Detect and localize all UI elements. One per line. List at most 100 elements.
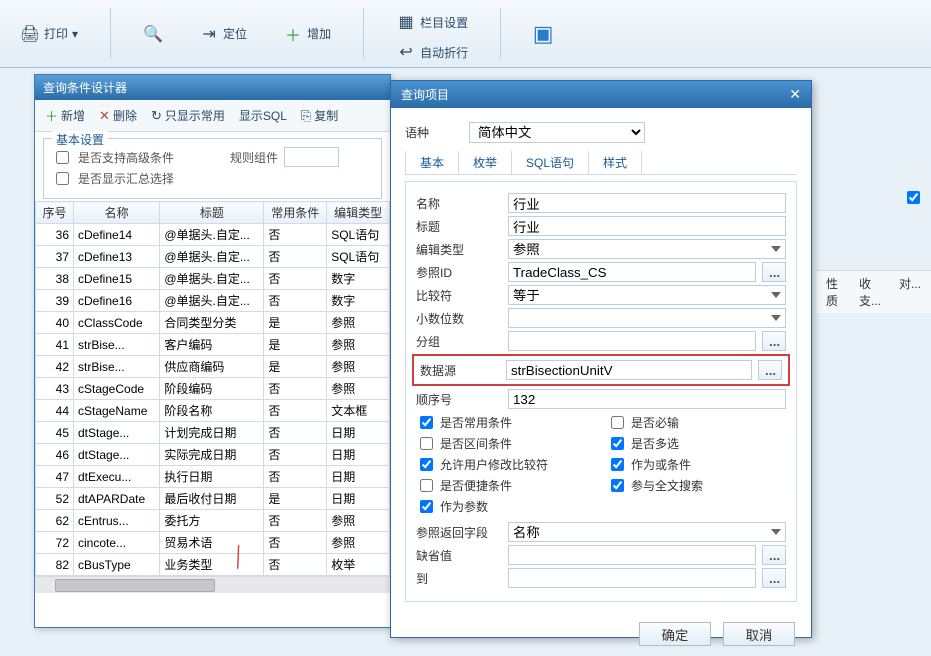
right-checkbox[interactable] — [907, 191, 920, 204]
to-browse-button[interactable]: ... — [762, 568, 786, 588]
common-checkbox[interactable] — [420, 416, 433, 429]
horizontal-scrollbar[interactable] — [35, 576, 390, 593]
table-row[interactable]: 40cClassCode合同类型分类是参照 — [36, 312, 390, 334]
to-input[interactable] — [508, 568, 756, 588]
format-button[interactable]: ▣ — [525, 8, 561, 59]
table-row[interactable]: 37cDefine13@单据头.自定...否SQL语句 — [36, 246, 390, 268]
decimals-select[interactable] — [508, 308, 786, 328]
group-browse-button[interactable]: ... — [762, 331, 786, 351]
tab-sql[interactable]: SQL语句 — [512, 151, 589, 174]
allow_mod-checkbox[interactable] — [420, 458, 433, 471]
designer-toolbar: ＋新增 ✕删除 ↻只显示常用 显示SQL ⎘复制 — [35, 100, 390, 132]
caption-input[interactable] — [508, 216, 786, 236]
common-label: 是否常用条件 — [440, 414, 512, 431]
table-row[interactable]: 39cDefine16@单据头.自定...否数字 — [36, 290, 390, 312]
search-button[interactable]: 🔍 — [135, 8, 171, 59]
add-button[interactable]: ＋增加 — [275, 8, 339, 59]
refid-input[interactable] — [508, 262, 756, 282]
tab-style[interactable]: 样式 — [589, 151, 642, 174]
tab-other[interactable]: 对... — [899, 275, 921, 309]
default-label: 缺省值 — [416, 547, 502, 564]
table-row[interactable]: 72cincote...贸易术语否参照 — [36, 532, 390, 554]
locate-button[interactable]: ⇥定位 — [191, 8, 255, 59]
col-settings-button[interactable]: ▦栏目设置 — [388, 8, 476, 36]
tab-nature[interactable]: 性质 — [826, 275, 841, 309]
query-item-dialog: 查询项目 ✕ 语种 简体中文 基本 枚举 SQL语句 样式 名称 标题 编辑类型… — [390, 80, 812, 638]
table-row[interactable]: 45dtStage...计划完成日期否日期 — [36, 422, 390, 444]
adv-cond-checkbox[interactable] — [56, 151, 69, 164]
sum-checkbox[interactable] — [56, 172, 69, 185]
multi-checkbox[interactable] — [611, 437, 624, 450]
compare-label: 比较符 — [416, 287, 502, 304]
seq-label: 顺序号 — [416, 391, 502, 408]
table-row[interactable]: 43cStageCode阶段编码否参照 — [36, 378, 390, 400]
ok-button[interactable]: 确定 — [639, 622, 711, 646]
col-header[interactable]: 名称 — [74, 202, 160, 224]
quick-checkbox[interactable] — [420, 479, 433, 492]
table-row[interactable]: 82cBusType业务类型否枚举 — [36, 554, 390, 576]
datasource-input[interactable] — [506, 360, 752, 380]
table-row[interactable]: 42strBise...供应商编码是参照 — [36, 356, 390, 378]
required-checkbox[interactable] — [611, 416, 624, 429]
tab-income[interactable]: 收支... — [859, 275, 881, 309]
table-row[interactable]: 46dtStage...实际完成日期否日期 — [36, 444, 390, 466]
fulltext-label: 参与全文搜索 — [631, 477, 703, 494]
wrap-icon: ↩ — [396, 42, 416, 62]
col-set-label: 栏目设置 — [420, 14, 468, 31]
table-row[interactable]: 38cDefine15@单据头.自定...否数字 — [36, 268, 390, 290]
print-button[interactable]: 🖨打印 ▾ — [12, 8, 86, 59]
close-icon[interactable]: ✕ — [789, 86, 801, 103]
default-browse-button[interactable]: ... — [762, 545, 786, 565]
tab-basic[interactable]: 基本 — [405, 151, 459, 174]
group-input[interactable] — [508, 331, 756, 351]
toolbar-show-sql[interactable]: 显示SQL — [235, 105, 291, 126]
datasource-label: 数据源 — [420, 362, 500, 379]
fulltext-checkbox[interactable] — [611, 479, 624, 492]
to-label: 到 — [416, 570, 502, 587]
table-row[interactable]: 47dtExecu...执行日期否日期 — [36, 466, 390, 488]
locate-label: 定位 — [223, 25, 247, 42]
refreturn-select[interactable]: 名称 — [508, 522, 786, 542]
adv-cond-label: 是否支持高级条件 — [78, 149, 174, 166]
name-input[interactable] — [508, 193, 786, 213]
tab-enum[interactable]: 枚举 — [459, 151, 512, 174]
query-designer-window: 查询条件设计器 ＋新增 ✕删除 ↻只显示常用 显示SQL ⎘复制 基本设置 是否… — [34, 74, 391, 628]
columns-icon: ▦ — [396, 12, 416, 32]
lang-select[interactable]: 简体中文 — [469, 122, 645, 143]
toolbar-common-only[interactable]: ↻只显示常用 — [147, 105, 229, 126]
table-row[interactable]: 41strBise...客户编码是参照 — [36, 334, 390, 356]
table-row[interactable]: 36cDefine14@单据头.自定...否SQL语句 — [36, 224, 390, 246]
autowrap-button[interactable]: ↩自动折行 — [388, 38, 476, 66]
sum-label: 是否显示汇总选择 — [78, 170, 174, 187]
col-header[interactable]: 编辑类型 — [327, 202, 390, 224]
lang-label: 语种 — [405, 124, 461, 141]
cancel-button[interactable]: 取消 — [723, 622, 795, 646]
toolbar-add[interactable]: ＋新增 — [41, 104, 89, 127]
rule-input[interactable] — [284, 147, 339, 167]
col-header[interactable]: 常用条件 — [264, 202, 327, 224]
datasource-browse-button[interactable]: ... — [758, 360, 782, 380]
refreturn-label: 参照返回字段 — [416, 524, 502, 541]
name-label: 名称 — [416, 195, 502, 212]
table-row[interactable]: 44cStageName阶段名称否文本框 — [36, 400, 390, 422]
autowrap-label: 自动折行 — [420, 44, 468, 61]
col-header[interactable]: 序号 — [36, 202, 74, 224]
toolbar-copy[interactable]: ⎘复制 — [297, 105, 342, 126]
as-param-checkbox[interactable] — [420, 500, 433, 513]
range-checkbox[interactable] — [420, 437, 433, 450]
rule-label: 规则组件 — [230, 149, 278, 166]
edittype-select[interactable]: 参照 — [508, 239, 786, 259]
table-row[interactable]: 62cEntrus...委托方否参照 — [36, 510, 390, 532]
print-label: 打印 — [44, 25, 68, 42]
allow_mod-label: 允许用户修改比较符 — [440, 456, 548, 473]
conditions-grid[interactable]: 序号名称标题常用条件编辑类型36cDefine14@单据头.自定...否SQL语… — [35, 201, 390, 593]
refid-browse-button[interactable]: ... — [762, 262, 786, 282]
seq-input[interactable] — [508, 389, 786, 409]
as_or-checkbox[interactable] — [611, 458, 624, 471]
table-row[interactable]: 52dtAPARDate最后收付日期是日期 — [36, 488, 390, 510]
compare-select[interactable]: 等于 — [508, 285, 786, 305]
col-header[interactable]: 标题 — [160, 202, 264, 224]
toolbar-delete[interactable]: ✕删除 — [95, 105, 141, 126]
default-input[interactable] — [508, 545, 756, 565]
plus-icon: ＋ — [45, 106, 58, 125]
